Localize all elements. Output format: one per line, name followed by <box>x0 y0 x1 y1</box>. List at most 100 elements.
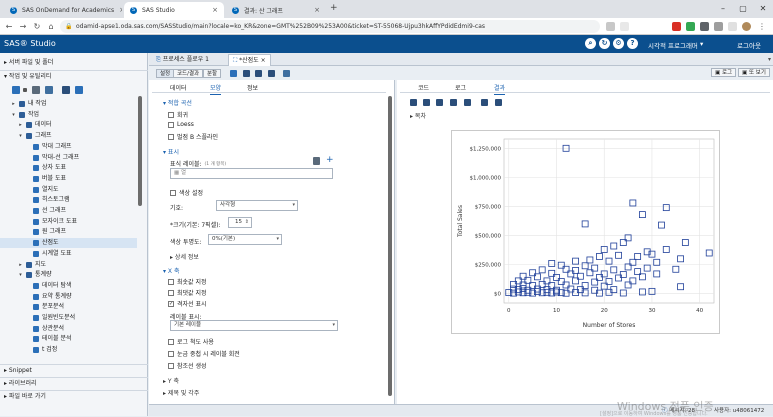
tree-item[interactable]: 막대-선 그래프 <box>0 153 137 163</box>
toc-toggle[interactable]: ▸ 목차 <box>410 111 426 120</box>
sidebar-icon[interactable] <box>728 22 737 31</box>
x-min-checkbox[interactable] <box>168 278 174 285</box>
tree-item[interactable]: ▾ 작업 <box>0 110 137 120</box>
pbspline-option[interactable]: 벌점 B 스플라인 <box>168 132 218 141</box>
browser-menu-icon[interactable]: ⋮ <box>758 22 767 31</box>
rotate-labels-checkbox[interactable] <box>168 350 174 357</box>
chevron-right-icon[interactable]: ▸ <box>18 260 23 270</box>
tree-item[interactable]: 시계열 도표 <box>0 249 137 259</box>
size-stepper[interactable]: 15 ⇕ <box>228 217 252 228</box>
color-setting-checkbox[interactable] <box>170 189 176 196</box>
help-icon[interactable]: ? <box>627 38 638 49</box>
chevron-down-icon[interactable]: ▾ <box>18 270 23 280</box>
symbol-select[interactable]: 사각형 ▾ <box>216 200 298 211</box>
x-grid-checkbox[interactable]: ✓ <box>168 300 174 307</box>
tree-item[interactable]: 선 그래프 <box>0 206 137 216</box>
tree-item[interactable]: 요약 통계량 <box>0 292 137 302</box>
share-icon[interactable] <box>606 22 615 31</box>
y-axis-section[interactable]: ▸ Y 축 <box>163 376 179 385</box>
x-label-display-select[interactable]: 기본 레이블 ▾ <box>170 320 338 331</box>
print-icon[interactable] <box>464 99 471 106</box>
section-server-files[interactable]: ▸ 서버 파일 및 폴더 <box>0 57 148 69</box>
tab-scatter-plot[interactable]: ⛶ *산점도 × <box>228 54 271 66</box>
tree-item[interactable]: t 검정 <box>0 345 137 355</box>
section-libraries[interactable]: ▸ 라이브러리 <box>0 377 148 389</box>
email-icon[interactable] <box>495 99 502 106</box>
x-axis-section[interactable]: ▾ X 축 <box>163 266 179 275</box>
minimize-icon[interactable]: – <box>713 0 733 18</box>
delete-icon[interactable] <box>313 157 320 165</box>
log-scale-checkbox[interactable] <box>168 338 174 345</box>
open-new-window-icon[interactable] <box>450 99 457 106</box>
new-task-icon[interactable] <box>12 86 20 94</box>
subtab-code-results[interactable]: 코드/결과 <box>173 69 204 78</box>
visual-programmer-menu[interactable]: 시각적 프로그래머 <box>648 40 698 50</box>
pbspline-checkbox[interactable] <box>168 133 174 140</box>
tree-item[interactable]: 산점도 <box>0 238 137 249</box>
run-icon[interactable] <box>230 70 237 77</box>
tree-scrollbar[interactable] <box>138 96 142 206</box>
extensions-puzzle-icon[interactable] <box>714 22 723 31</box>
dropdown-icon[interactable] <box>23 88 27 92</box>
fit-curves-section[interactable]: ▾ 적합 곡선 <box>163 98 192 107</box>
reference-line-option[interactable]: 참조선 생성 <box>168 361 207 370</box>
chevron-right-icon[interactable]: ▸ <box>18 120 23 130</box>
tree-item[interactable]: ▾ 통계량 <box>0 270 137 280</box>
tab-process-flow[interactable]: ⎘ 프로세스 플로우 1 <box>152 54 213 66</box>
settings-tab-appearance[interactable]: 모양 <box>210 83 222 95</box>
regression-option[interactable]: 회귀 <box>168 110 188 119</box>
tree-item[interactable]: 원 그래프 <box>0 227 137 237</box>
section-snippet[interactable]: ▸ Snippet <box>0 364 148 376</box>
maximize-view-icon[interactable] <box>283 70 290 77</box>
save-icon[interactable] <box>62 86 70 94</box>
tree-item[interactable]: 데이터 탐색 <box>0 281 137 291</box>
export-icon[interactable] <box>481 99 488 106</box>
transparency-select[interactable]: 0%(기본) ▾ <box>208 234 282 245</box>
tree-item[interactable]: 모자이크 도표 <box>0 217 137 227</box>
x-max-checkbox[interactable] <box>168 289 174 296</box>
properties-icon[interactable] <box>45 86 53 94</box>
browser-tab-sas-studio[interactable]: S SAS Studio × <box>124 2 224 18</box>
download-html-icon[interactable] <box>410 99 417 106</box>
close-icon[interactable]: × <box>259 57 266 64</box>
tree-item[interactable]: ▸ 지도 <box>0 260 137 270</box>
search-icon[interactable]: ⌕ <box>585 38 596 49</box>
settings-scrollbar[interactable] <box>388 96 392 396</box>
tree-item[interactable]: ▸ 데이터 <box>0 120 137 130</box>
marker-label-field[interactable]: ▦ 열 <box>170 168 333 179</box>
browser-tab-oda[interactable]: S SAS OnDemand for Academics × <box>4 2 122 18</box>
profile-avatar[interactable] <box>742 22 751 31</box>
window-close-icon[interactable]: ✕ <box>753 0 773 18</box>
detail-section[interactable]: ▸ 상세 정보 <box>170 252 199 261</box>
download-rtf-icon[interactable] <box>436 99 443 106</box>
chevron-down-icon[interactable]: ▾ <box>700 40 703 48</box>
more-view-button[interactable]: ▣ 또 보기 <box>738 68 770 77</box>
tree-item[interactable]: 일원빈도분석 <box>0 313 137 323</box>
tree-item[interactable]: 분포분석 <box>0 302 137 312</box>
close-icon[interactable]: × <box>119 6 122 14</box>
reference-line-checkbox[interactable] <box>168 362 174 369</box>
tree-item[interactable]: 테이블 분석 <box>0 334 137 344</box>
close-icon[interactable]: × <box>212 6 218 14</box>
save-as-icon[interactable] <box>255 70 262 77</box>
url-field[interactable]: 🔒 odamid-apse1.oda.sas.com/SASStudio/mai… <box>60 20 600 33</box>
tree-item[interactable]: ▾ 그래프 <box>0 131 137 141</box>
new-tab-button[interactable]: + <box>330 3 338 13</box>
tab-menu-icon[interactable]: ▾ <box>768 56 771 63</box>
download-pdf-icon[interactable] <box>423 99 430 106</box>
browser-tab-results[interactable]: S 결과: 산 그래프 × <box>226 2 326 18</box>
subtab-settings[interactable]: 설정 <box>156 69 175 78</box>
close-icon[interactable]: × <box>314 6 320 14</box>
extension-red-icon[interactable] <box>672 22 681 31</box>
loess-checkbox[interactable] <box>168 121 174 128</box>
tree-item[interactable]: 막대 그래프 <box>0 142 137 152</box>
results-tab-code[interactable]: 코드 <box>418 83 429 92</box>
log-view-button[interactable]: ▣ 로그 <box>711 68 737 77</box>
subtab-split[interactable]: 분할 <box>203 69 222 78</box>
results-tab-log[interactable]: 로그 <box>455 83 466 92</box>
rotate-labels-option[interactable]: 눈금 중첩 시 레이블 회전 <box>168 349 240 358</box>
add-icon[interactable]: + <box>326 156 334 165</box>
forward-icon[interactable]: → <box>18 21 28 32</box>
share-icon[interactable] <box>268 70 275 77</box>
tree-item[interactable]: 히스토그램 <box>0 195 137 205</box>
